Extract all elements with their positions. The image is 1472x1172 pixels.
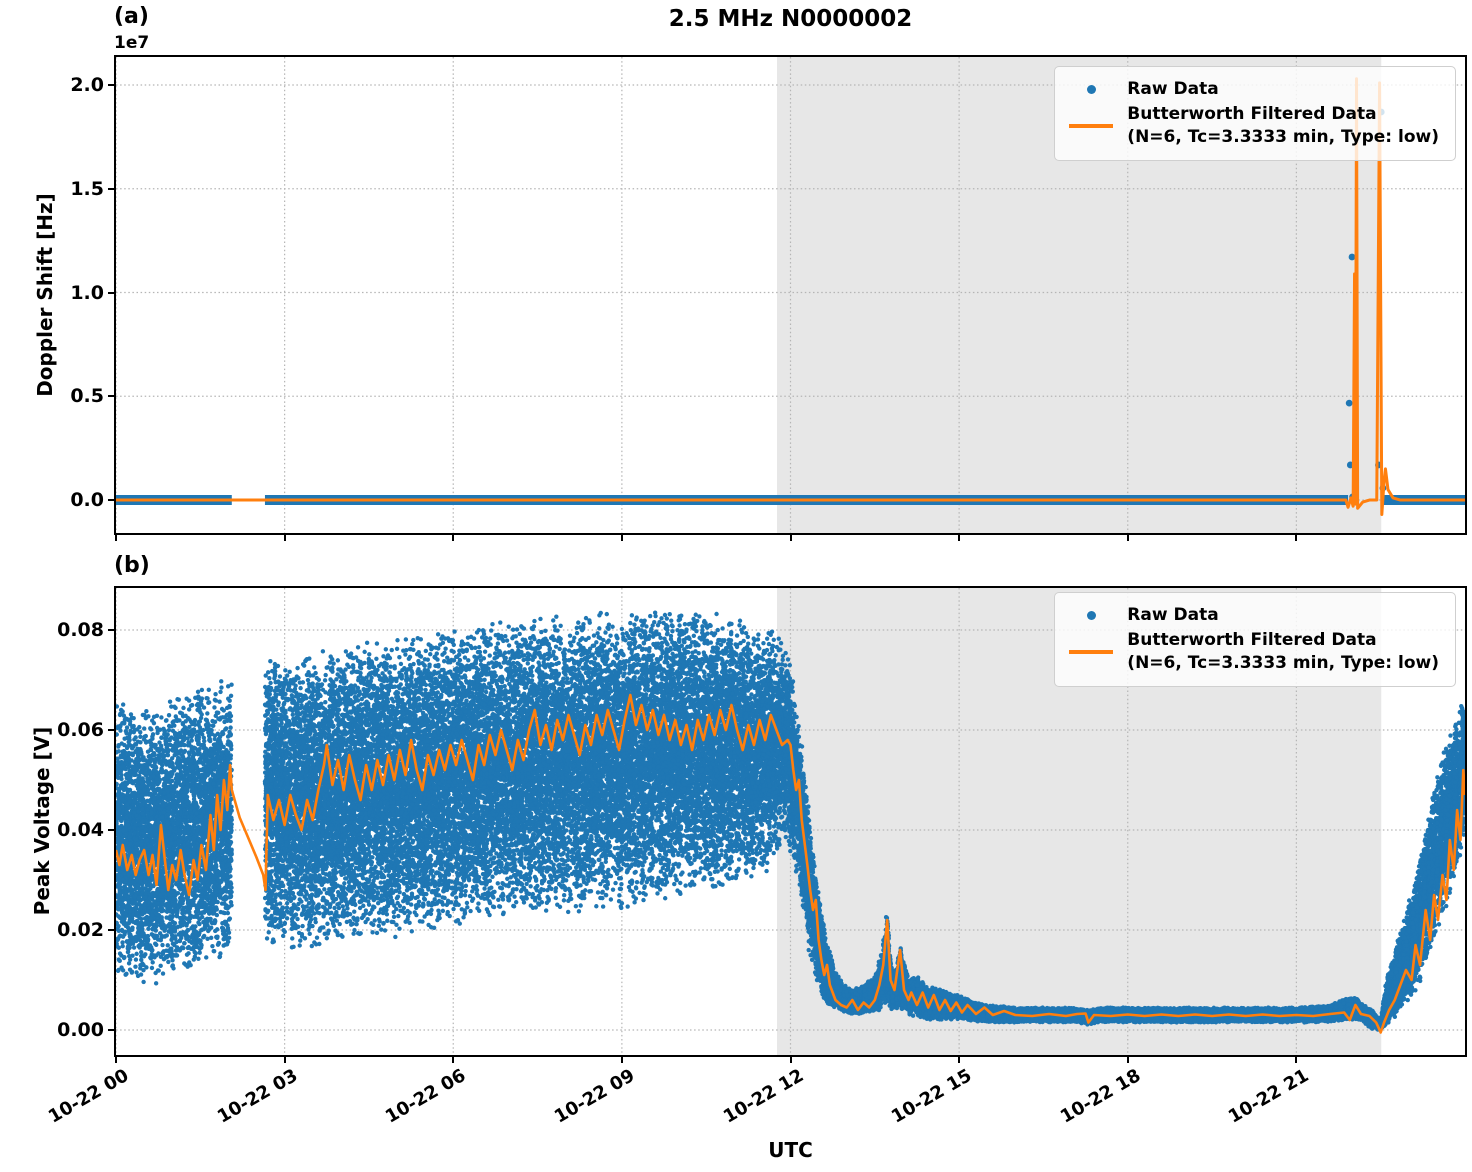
- y-tick-label: 0.02: [57, 919, 104, 941]
- x-tick: [283, 533, 286, 541]
- legend-handle: [1067, 124, 1115, 128]
- panel-label-a: (a): [114, 4, 149, 29]
- x-tick-label: 10-22 21: [1225, 1065, 1313, 1128]
- x-tick: [115, 1055, 117, 1063]
- legend-entry-filtered: Butterworth Filtered Data (N=6, Tc=3.3333…: [1067, 629, 1439, 675]
- y-tick-label: 0.0: [70, 489, 104, 511]
- y-tick: [108, 829, 116, 831]
- legend-filtered-label: Butterworth Filtered Data (N=6, Tc=3.3333…: [1127, 103, 1439, 149]
- y-tick: [108, 499, 116, 501]
- x-tick-label: 10-22 18: [1056, 1065, 1145, 1128]
- legend-entry-filtered: Butterworth Filtered Data (N=6, Tc=3.3333…: [1067, 103, 1439, 149]
- panel-label-b: (b): [114, 553, 150, 578]
- x-tick: [620, 1055, 623, 1063]
- x-tick: [958, 1055, 961, 1063]
- legend-handle: [1067, 650, 1115, 654]
- x-tick-label: 10-22 06: [382, 1065, 470, 1128]
- x-tick-label: 10-22 09: [550, 1065, 639, 1128]
- y-tick-label: 1.0: [70, 281, 104, 304]
- legend-filtered-line2: (N=6, Tc=3.3333 min, Type: low): [1127, 653, 1439, 673]
- legend-filtered-line1: Butterworth Filtered Data: [1127, 630, 1377, 650]
- y-tick-label: 0.00: [57, 1019, 104, 1041]
- y-tick-label: 2.0: [70, 74, 104, 96]
- y-tick: [108, 291, 116, 294]
- x-tick: [789, 1055, 792, 1063]
- legend-entry-raw: Raw Data: [1067, 78, 1439, 101]
- figure-title: 2.5 MHz N0000002: [668, 6, 913, 32]
- legend-box-voltage: Raw Data Butterworth Filtered Data (N=6, …: [1054, 592, 1456, 687]
- x-tick: [958, 533, 961, 541]
- y-tick-label: 0.5: [70, 385, 104, 408]
- xlabel-utc: UTC: [768, 1138, 813, 1162]
- legend-handle: [1067, 611, 1115, 620]
- filtered-line-icon: [1069, 650, 1114, 654]
- x-tick: [620, 533, 623, 541]
- x-tick-label: 10-22 03: [213, 1065, 302, 1128]
- y-tick: [108, 629, 116, 631]
- y-tick-label: 1.5: [70, 177, 104, 200]
- x-tick: [283, 1055, 286, 1063]
- y-tick: [108, 187, 116, 190]
- x-tick-label: 10-22 15: [888, 1065, 976, 1128]
- x-tick: [452, 1055, 455, 1063]
- x-tick: [1295, 1055, 1298, 1063]
- legend-handle: [1067, 85, 1115, 94]
- y-tick: [108, 1029, 116, 1031]
- legend-raw-label: Raw Data: [1127, 605, 1219, 625]
- y-tick-label: 0.06: [57, 719, 104, 741]
- filtered-line-icon: [1069, 124, 1114, 128]
- legend-entry-raw: Raw Data: [1067, 604, 1439, 627]
- x-tick: [115, 533, 117, 541]
- y-tick: [108, 84, 116, 86]
- legend-raw-label: Raw Data: [1127, 79, 1219, 99]
- legend-box-doppler: Raw Data Butterworth Filtered Data (N=6, …: [1054, 66, 1456, 161]
- figure: 2.5 MHz N0000002 (a) 1e7 Doppler Shift […: [0, 0, 1472, 1172]
- x-tick: [1126, 533, 1129, 541]
- x-tick: [452, 533, 455, 541]
- y-axis-offset-text: 1e7: [114, 33, 150, 53]
- x-tick-label: 10-22 00: [45, 1065, 133, 1128]
- x-tick: [1295, 533, 1298, 541]
- x-tick-label: 10-22 12: [719, 1065, 807, 1128]
- legend-filtered-label: Butterworth Filtered Data (N=6, Tc=3.3333…: [1127, 629, 1439, 675]
- y-tick: [108, 395, 116, 398]
- x-tick: [1126, 1055, 1129, 1063]
- y-tick-label: 0.04: [57, 819, 104, 841]
- y-tick: [108, 929, 116, 931]
- y-tick-label: 0.08: [57, 619, 104, 641]
- raw-data-marker-icon: [1086, 611, 1096, 620]
- legend-filtered-line1: Butterworth Filtered Data: [1127, 104, 1377, 124]
- legend-filtered-line2: (N=6, Tc=3.3333 min, Type: low): [1127, 127, 1439, 147]
- y-tick: [108, 729, 116, 731]
- raw-data-marker-icon: [1086, 85, 1096, 94]
- x-tick: [789, 533, 792, 541]
